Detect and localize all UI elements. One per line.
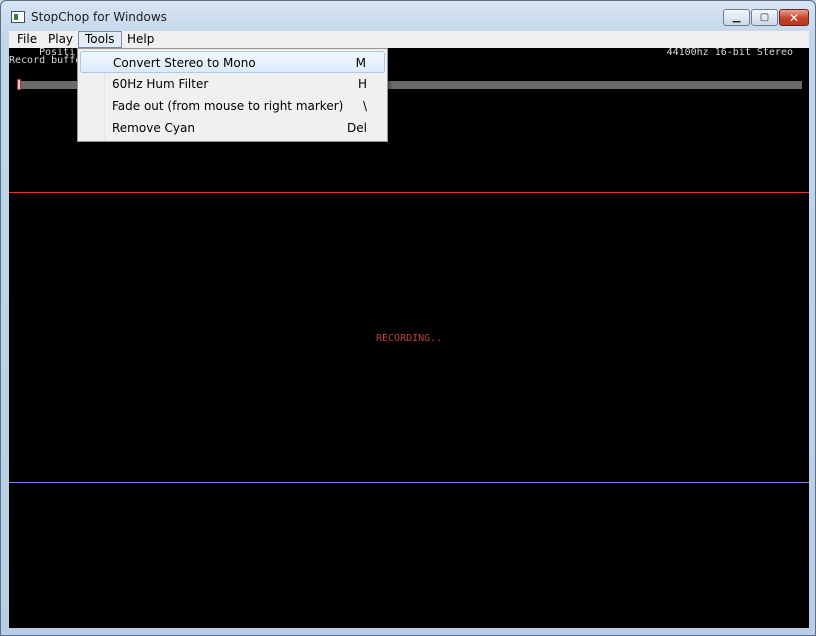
menu-item-shortcut: Del [347,121,367,135]
close-icon: ✕ [788,10,800,25]
tools-dropdown-menu: Convert Stereo to Mono M 60Hz Hum Filter… [77,48,388,142]
menu-help[interactable]: Help [121,31,160,48]
minimize-button[interactable]: ▁ [723,9,750,26]
position-marker[interactable] [17,79,21,90]
menu-item-shortcut: M [355,56,366,70]
menu-item-60hz-hum-filter[interactable]: 60Hz Hum Filter H [80,73,385,95]
window-title: StopChop for Windows [31,10,167,24]
menu-item-convert-stereo-to-mono[interactable]: Convert Stereo to Mono M [80,51,385,73]
maximize-icon: ▢ [759,11,770,23]
menu-item-label: 60Hz Hum Filter [112,77,209,91]
record-buffer-label: Record buffe [9,55,82,66]
minimize-icon: ▁ [732,11,741,23]
window-controls: ▁ ▢ ✕ [723,9,809,26]
app-window: StopChop for Windows ▁ ▢ ✕ File Play Too… [0,0,816,636]
menu-item-label: Remove Cyan [112,121,195,135]
menu-item-label: Convert Stereo to Mono [113,56,256,70]
divider-line-blue [9,482,809,483]
menu-item-shortcut: \ [362,99,367,113]
title-bar[interactable]: StopChop for Windows ▁ ▢ ✕ [1,1,815,31]
menu-item-fade-out[interactable]: Fade out (from mouse to right marker) \ [80,95,385,117]
marker-line-red [9,192,809,193]
menu-play[interactable]: Play [42,31,79,48]
menu-item-remove-cyan[interactable]: Remove Cyan Del [80,117,385,139]
menu-item-label: Fade out (from mouse to right marker) [112,99,344,113]
app-icon [11,11,25,23]
menu-bar: File Play Tools Help [9,31,809,48]
recording-status: RECORDING.. [376,333,443,344]
maximize-button[interactable]: ▢ [751,9,778,26]
menu-item-shortcut: H [357,77,367,91]
menu-tools[interactable]: Tools [78,31,122,48]
menu-file[interactable]: File [11,31,43,48]
close-button[interactable]: ✕ [779,9,809,26]
audio-format-label: 44100hz 16-bit Stereo [666,47,793,58]
